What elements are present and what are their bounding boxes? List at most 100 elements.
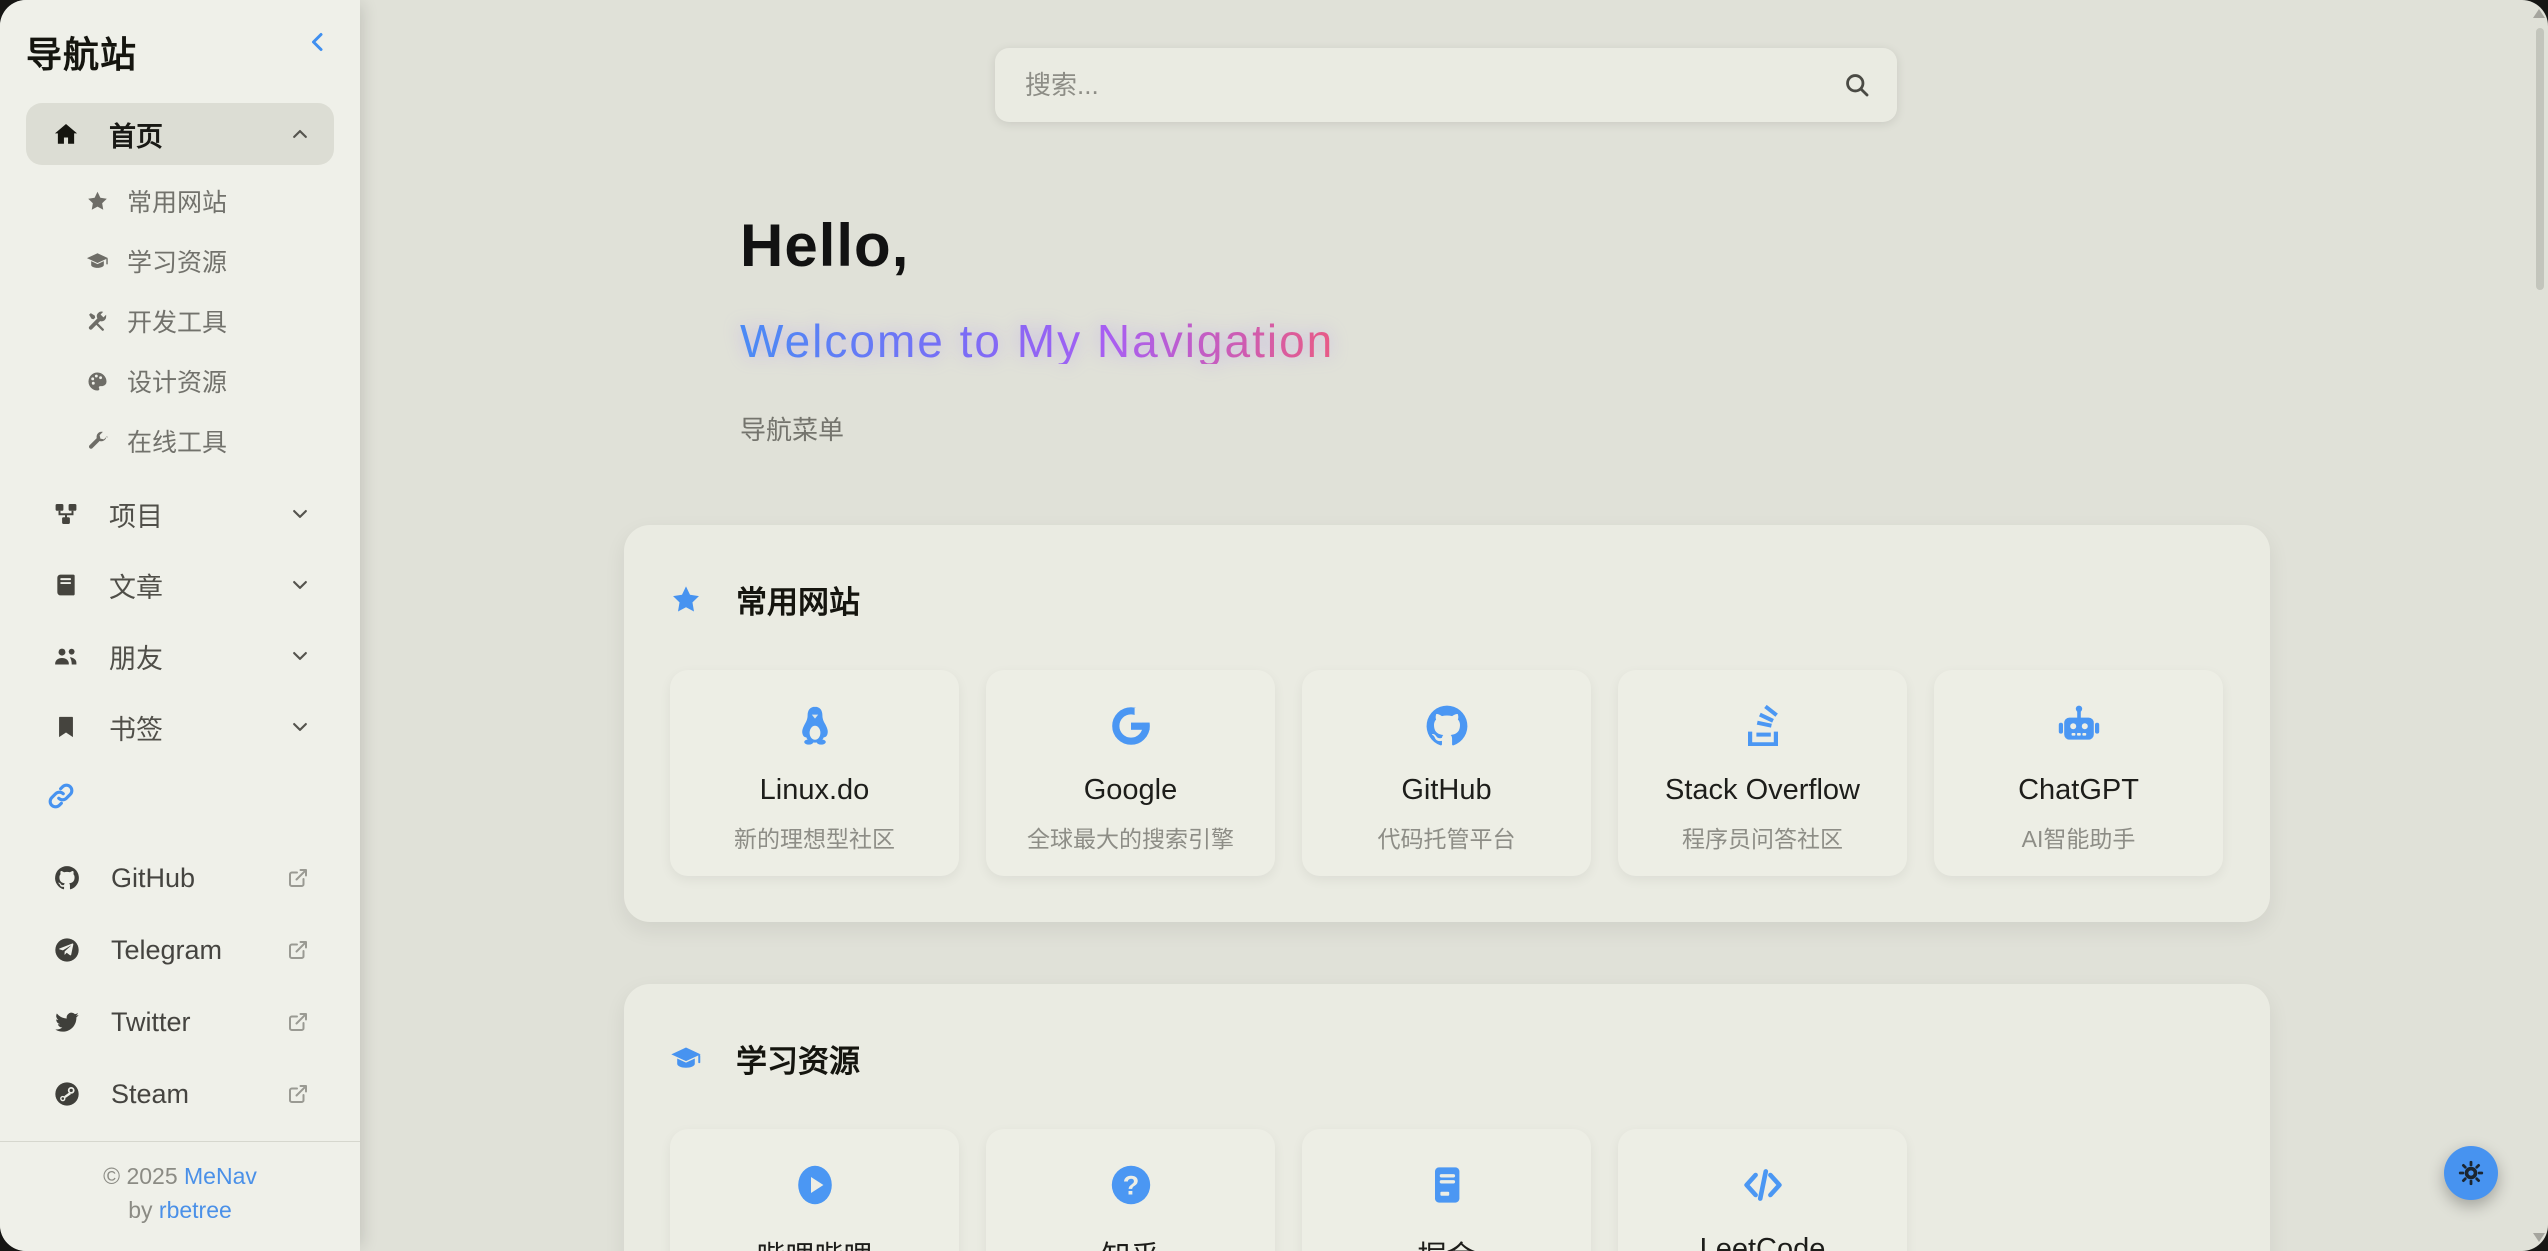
chevron-down-icon <box>290 646 310 666</box>
external-link-icon <box>286 1082 310 1106</box>
site-card--[interactable]: ? 知乎 <box>986 1129 1275 1251</box>
sidebar-subitem-1[interactable]: 学习资源 <box>0 231 360 291</box>
site-card-google[interactable]: Google全球最大的搜索引擎 <box>986 670 1275 876</box>
site-name: 掘金 <box>1417 1233 1475 1251</box>
author-link[interactable]: rbetree <box>159 1197 232 1223</box>
site-desc: 代码托管平台 <box>1378 820 1516 854</box>
graduation-cap-icon <box>670 1043 702 1075</box>
question-circle-icon: ? <box>1107 1161 1155 1209</box>
section-title: 学习资源 <box>736 1036 860 1081</box>
copyright-text: © 2025 <box>103 1163 178 1189</box>
site-card-leetcode[interactable]: LeetCode <box>1618 1129 1907 1251</box>
greeting-subtitle: 导航菜单 <box>740 410 1334 447</box>
gear-icon <box>2457 1159 2485 1187</box>
greeting-welcome: Welcome to My Navigation <box>740 318 1334 364</box>
app-title: 导航站 <box>26 26 137 78</box>
book-icon <box>53 572 79 598</box>
sidebar-item-home[interactable]: 首页 <box>26 103 334 165</box>
home-icon <box>53 121 79 147</box>
journal-icon <box>1423 1161 1471 1209</box>
sidebar-collapse-button[interactable] <box>302 26 334 58</box>
users-icon <box>53 643 79 669</box>
external-link-icon <box>286 1010 310 1034</box>
linux-icon <box>791 702 839 750</box>
external-link-icon <box>286 866 310 890</box>
menav-link[interactable]: MeNav <box>184 1163 257 1189</box>
sub-item-label: 开发工具 <box>127 303 227 339</box>
sub-item-label: 设计资源 <box>127 363 227 399</box>
social-link-twitter[interactable]: Twitter <box>26 990 334 1054</box>
sidebar-item-friends[interactable]: 朋友 <box>26 625 334 687</box>
section-header: 学习资源 <box>670 1036 2224 1081</box>
site-card--[interactable]: 哔哩哔哩 <box>670 1129 959 1251</box>
site-name: Stack Overflow <box>1665 774 1860 807</box>
app-window: 导航站 首页常用网站学习资源开发工具设计资源在线工具项目文章朋友书签 GitHu… <box>0 0 2548 1251</box>
social-link-label: GitHub <box>111 863 195 894</box>
chevron-left-icon <box>306 30 330 54</box>
nav-item-label: 首页 <box>109 115 163 154</box>
code-icon <box>1739 1161 1787 1209</box>
site-name: Google <box>1084 774 1178 807</box>
site-name: Linux.do <box>760 774 870 807</box>
sidebar-item-projects[interactable]: 项目 <box>26 483 334 545</box>
bookmark-icon <box>53 714 79 740</box>
chevron-down-icon <box>290 575 310 595</box>
sub-item-label: 学习资源 <box>127 243 227 279</box>
robot-icon <box>2055 702 2103 750</box>
sidebar-subitem-3[interactable]: 设计资源 <box>0 351 360 411</box>
sidebar-subitem-2[interactable]: 开发工具 <box>0 291 360 351</box>
social-link-telegram[interactable]: Telegram <box>26 918 334 982</box>
sidebar-sublist: 常用网站学习资源开发工具设计资源在线工具 <box>0 171 360 471</box>
chevron-up-icon <box>290 124 310 144</box>
google-icon <box>1107 702 1155 750</box>
site-card-chatgpt[interactable]: ChatGPTAI智能助手 <box>1934 670 2223 876</box>
section-title: 常用网站 <box>736 577 860 622</box>
footer-author: by rbetree <box>10 1194 350 1227</box>
greeting: Hello, Welcome to My Navigation 导航菜单 <box>740 216 1334 447</box>
site-name: ChatGPT <box>2018 774 2139 807</box>
settings-button[interactable] <box>2444 1146 2498 1200</box>
site-card--[interactable]: 掘金 <box>1302 1129 1591 1251</box>
site-cards-row: 哔哩哔哩? 知乎 掘金 LeetCode <box>670 1129 2224 1251</box>
site-name: GitHub <box>1401 774 1491 807</box>
social-link-steam[interactable]: Steam <box>26 1062 334 1126</box>
play-circle-icon <box>791 1161 839 1209</box>
link-icon <box>46 781 76 811</box>
stack-overflow-icon <box>1739 702 1787 750</box>
sidebar-item-bookmarks[interactable]: 书签 <box>26 696 334 758</box>
graduation-cap-icon <box>86 250 109 273</box>
github-icon <box>1423 702 1471 750</box>
search-icon[interactable] <box>1843 71 1871 99</box>
site-card-stack-overflow[interactable]: Stack Overflow程序员问答社区 <box>1618 670 1907 876</box>
wrench-icon <box>86 430 109 453</box>
sidebar-footer: © 2025 MeNav by rbetree <box>0 1141 360 1251</box>
star-icon <box>86 190 109 213</box>
twitter-icon <box>53 1008 81 1036</box>
tools-icon <box>86 310 109 333</box>
site-card-linux-do[interactable]: Linux.do新的理想型社区 <box>670 670 959 876</box>
diagram-icon <box>53 501 79 527</box>
sidebar-item-articles[interactable]: 文章 <box>26 554 334 616</box>
sidebar-subitem-0[interactable]: 常用网站 <box>0 171 360 231</box>
nav-item-label: 文章 <box>109 566 163 605</box>
scrollbar-down-arrow[interactable] <box>2533 1233 2545 1242</box>
steam-icon <box>53 1080 81 1108</box>
search-bar <box>995 48 1897 122</box>
scrollbar-thumb[interactable] <box>2536 28 2544 290</box>
scrollbar-up-arrow[interactable] <box>2533 9 2545 18</box>
github-icon <box>53 864 81 892</box>
site-name: 哔哩哔哩 <box>756 1233 872 1251</box>
site-name: 知乎 <box>1101 1233 1159 1251</box>
section-1: 学习资源哔哩哔哩? 知乎 掘金 LeetCode <box>624 984 2270 1251</box>
site-cards-row: Linux.do新的理想型社区Google全球最大的搜索引擎 GitHub 代码托管… <box>670 670 2224 876</box>
chevron-down-icon <box>290 504 310 524</box>
footer-copyright: © 2025 MeNav <box>10 1160 350 1193</box>
svg-text:?: ? <box>1122 1171 1139 1201</box>
search-input[interactable] <box>995 48 1897 122</box>
social-section-header <box>0 767 360 846</box>
sidebar-subitem-4[interactable]: 在线工具 <box>0 411 360 471</box>
social-link-github[interactable]: GitHub <box>26 846 334 910</box>
nav-item-label: 朋友 <box>109 637 163 676</box>
site-card-github[interactable]: GitHub 代码托管平台 <box>1302 670 1591 876</box>
sidebar: 导航站 首页常用网站学习资源开发工具设计资源在线工具项目文章朋友书签 GitHu… <box>0 0 360 1251</box>
